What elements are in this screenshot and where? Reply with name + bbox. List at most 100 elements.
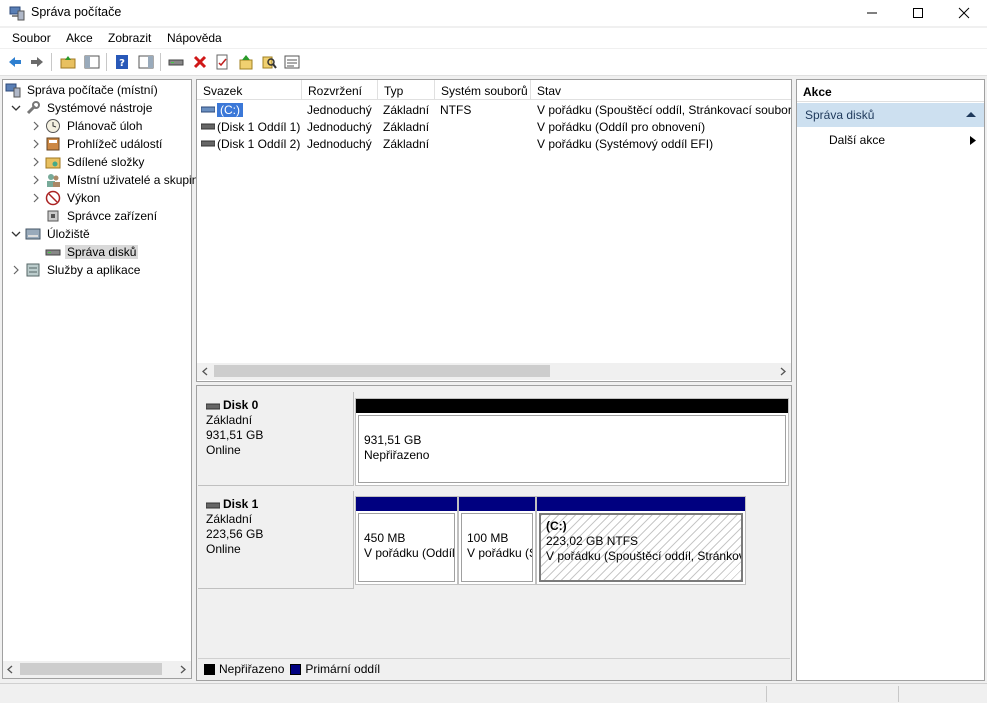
chevron-right-icon[interactable] [29, 191, 43, 205]
computer-management-icon [9, 6, 25, 21]
volume-drive-icon [201, 123, 215, 130]
partition-color-bar [356, 497, 457, 511]
chevron-right-icon[interactable] [29, 119, 43, 133]
export-button[interactable] [236, 52, 256, 72]
chevron-right-icon[interactable] [9, 263, 23, 277]
list-horizontal-scrollbar[interactable] [197, 363, 791, 380]
scroll-right-icon[interactable] [179, 665, 187, 674]
actions-header: Akce [797, 80, 984, 102]
column-header-filesystem[interactable]: Systém souborů [435, 80, 531, 100]
search-button[interactable] [259, 52, 279, 72]
tree-item-label: Sdílené složky [67, 155, 145, 169]
forward-button[interactable] [27, 52, 47, 72]
toolbar: ? [0, 49, 987, 76]
scrollbar-thumb[interactable] [20, 663, 162, 675]
properties-button[interactable] [212, 52, 232, 72]
show-hide-action-pane-button[interactable] [136, 52, 156, 72]
volume-status: V pořádku (Spouštěcí oddíl, Stránkovací … [537, 103, 791, 117]
close-button[interactable] [941, 0, 987, 26]
scrollbar-thumb[interactable] [214, 365, 550, 377]
chevron-right-icon[interactable] [29, 137, 43, 151]
tree-item-label: Úložiště [47, 227, 90, 241]
tree-item-shared-folders[interactable]: Sdílené složky [29, 153, 146, 171]
partition-c-drive[interactable]: (C:) 223,02 GB NTFS V pořádku (Spouštěcí… [536, 496, 746, 585]
tree-item-system-tools[interactable]: Systémové nástroje [9, 99, 154, 117]
scroll-right-icon[interactable] [779, 367, 787, 376]
partition-recovery[interactable]: 450 MB V pořádku (Oddíl pro obnovení) [355, 496, 458, 585]
tree-item-disk-management[interactable]: Správa disků [45, 243, 139, 261]
scroll-left-icon[interactable] [201, 367, 209, 376]
chevron-down-icon[interactable] [9, 101, 23, 115]
list-view-button[interactable] [282, 52, 302, 72]
scroll-left-icon[interactable] [6, 665, 14, 674]
chevron-right-icon[interactable] [29, 155, 43, 169]
partition-body: 931,51 GB Nepřiřazeno [358, 415, 786, 483]
event-viewer-icon [45, 136, 61, 152]
column-header-type[interactable]: Typ [378, 80, 435, 100]
table-row[interactable]: (Disk 1 Oddíl 1) Jednoduchý Základní V p… [197, 118, 791, 135]
tree-item-local-users[interactable]: Místní uživatelé a skupiny [29, 171, 206, 189]
console-tree-icon [84, 55, 100, 69]
table-row[interactable]: (C:) Jednoduchý Základní NTFS V pořádku … [197, 101, 791, 118]
column-header-volume[interactable]: Svazek [197, 80, 302, 100]
more-actions-item[interactable]: Další akce [797, 130, 984, 150]
column-header-layout[interactable]: Rozvržení [302, 80, 378, 100]
console-tree: Správa počítače (místní) Systémové nástr… [2, 79, 204, 679]
status-bar [0, 683, 987, 703]
tree-item-computer-management[interactable]: Správa počítače (místní) [5, 81, 160, 99]
show-hide-console-tree-button[interactable] [82, 52, 102, 72]
tree-horizontal-scrollbar[interactable] [3, 661, 191, 678]
volume-type: Základní [383, 103, 430, 117]
back-button[interactable] [5, 52, 25, 72]
tree-item-performance[interactable]: Výkon [29, 189, 102, 207]
tree-item-storage[interactable]: Úložiště [9, 225, 92, 243]
tree-item-label: Služby a aplikace [47, 263, 141, 277]
maximize-button[interactable] [895, 0, 941, 26]
export-icon [239, 55, 253, 70]
tree-item-label: Plánovač úloh [67, 119, 143, 133]
partition-unallocated[interactable]: 931,51 GB Nepřiřazeno [355, 398, 789, 486]
action-pane-icon [138, 55, 154, 69]
connect-drive-button[interactable] [166, 52, 186, 72]
status-segment [766, 686, 767, 702]
menu-napoveda[interactable]: Nápověda [167, 31, 222, 45]
partition-body: (C:) 223,02 GB NTFS V pořádku (Spouštěcí… [539, 513, 743, 582]
chevron-right-icon[interactable] [29, 173, 43, 187]
tree-item-label: Prohlížeč událostí [67, 137, 163, 151]
list-view-icon [284, 55, 300, 69]
tree-item-device-manager[interactable]: Správce zařízení [45, 207, 159, 225]
delete-button[interactable] [190, 52, 210, 72]
volume-filesystem: NTFS [440, 103, 472, 117]
tree-item-services-apps[interactable]: Služby a aplikace [9, 261, 142, 279]
tree-item-task-scheduler[interactable]: Plánovač úloh [29, 117, 144, 135]
arrow-right-icon [31, 57, 43, 67]
disk-0-label[interactable]: Disk 0 Základní 931,51 GB Online [198, 392, 354, 486]
storage-icon [25, 226, 41, 242]
column-header-status[interactable]: Stav [531, 80, 791, 100]
minimize-button[interactable] [849, 0, 895, 26]
partition-efi[interactable]: 100 MB V pořádku (Systémový oddíl EFI) [458, 496, 536, 585]
search-icon [262, 56, 277, 69]
volume-list: Svazek Rozvržení Typ Systém souborů Stav… [196, 79, 792, 382]
collapse-up-icon[interactable] [966, 111, 976, 118]
up-folder-button[interactable] [58, 52, 78, 72]
tree-item-label: Správa disků [65, 245, 139, 259]
menu-akce[interactable]: Akce [66, 31, 93, 45]
menu-soubor[interactable]: Soubor [12, 31, 51, 45]
disk-state: Online [206, 542, 241, 556]
legend: Nepřiřazeno Primární oddíl [198, 658, 790, 679]
status-segment [898, 686, 899, 702]
actions-group-disk-management[interactable]: Správa disků [797, 103, 984, 127]
tree-item-event-viewer[interactable]: Prohlížeč událostí [29, 135, 164, 153]
partition-size: 223,02 GB NTFS [546, 534, 639, 548]
volume-drive-icon [201, 140, 215, 147]
help-button[interactable]: ? [112, 52, 132, 72]
performance-icon [45, 190, 61, 206]
menu-zobrazit[interactable]: Zobrazit [108, 31, 151, 45]
table-row[interactable]: (Disk 1 Oddíl 2) Jednoduchý Základní V p… [197, 135, 791, 152]
volume-status: V pořádku (Systémový oddíl EFI) [537, 137, 714, 151]
disk-size: 931,51 GB [206, 428, 264, 442]
volume-name: (Disk 1 Oddíl 1) [217, 120, 301, 134]
disk-1-label[interactable]: Disk 1 Základní 223,56 GB Online [198, 491, 354, 589]
chevron-down-icon[interactable] [9, 227, 23, 241]
